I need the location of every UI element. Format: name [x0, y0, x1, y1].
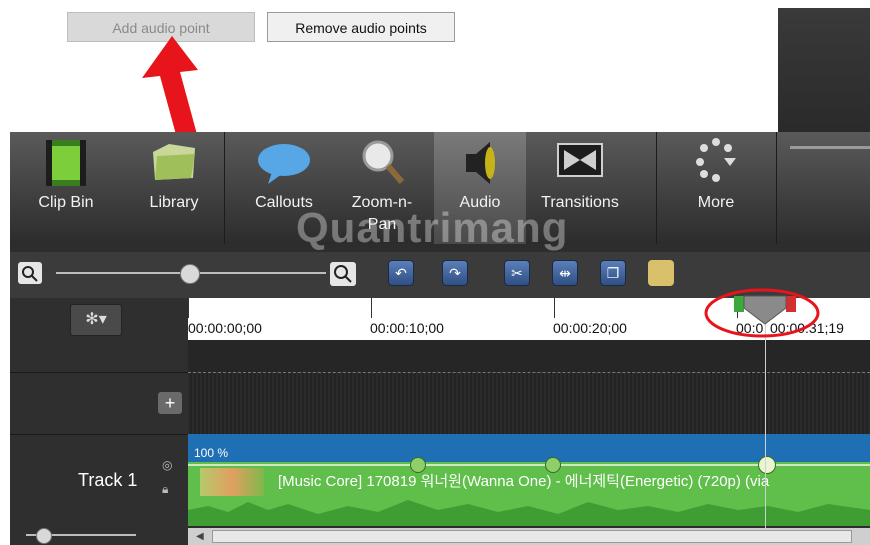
- toolbar-divider: [224, 132, 225, 244]
- clip-thumbnail: [200, 468, 264, 496]
- audio-point[interactable]: [545, 457, 561, 473]
- audio-point[interactable]: [758, 456, 776, 474]
- track-divider: [10, 434, 188, 435]
- copy-icon[interactable]: ❐: [600, 260, 626, 286]
- audio-waveform: [188, 500, 870, 526]
- undo-icon[interactable]: ↶: [388, 260, 414, 286]
- empty-lane: [188, 340, 870, 372]
- audio-point[interactable]: [410, 457, 426, 473]
- timeline-settings-button[interactable]: ✻▾: [70, 304, 122, 336]
- gear-icon: ✻▾: [85, 311, 107, 328]
- redo-icon[interactable]: ↷: [442, 260, 468, 286]
- track-height-thumb[interactable]: [36, 528, 52, 544]
- speaker-icon: [466, 142, 495, 184]
- paste-icon[interactable]: [648, 260, 674, 286]
- timeline-scrollbar[interactable]: ◀: [188, 528, 870, 545]
- more-dots-icon: [696, 138, 736, 182]
- audio-options-panel: Add audio point Remove audio points: [10, 8, 778, 132]
- watermark: Quantrimang: [296, 204, 569, 251]
- transitions-icon: [557, 143, 603, 177]
- cut-icon[interactable]: ✂: [504, 260, 530, 286]
- split-icon[interactable]: ⇹: [552, 260, 578, 286]
- magnifier-icon: [362, 140, 405, 184]
- film-strip-icon: [46, 140, 86, 186]
- panel-grip: [790, 146, 870, 149]
- toolbar-divider: [776, 132, 777, 244]
- annotation-circle: [704, 288, 820, 338]
- preview-panel-edge: [778, 8, 870, 132]
- scroll-thumb[interactable]: [212, 530, 852, 543]
- tool-library[interactable]: Library: [122, 132, 226, 244]
- clip-volume-label: 100 %: [194, 446, 229, 460]
- scroll-left-icon[interactable]: ◀: [196, 531, 204, 542]
- clip-title: [Music Core] 170819 워너원(Wanna One) - 에너제…: [278, 473, 770, 490]
- tool-label: More: [697, 194, 735, 211]
- empty-lane: [188, 372, 870, 434]
- lock-icon[interactable]: 🔒︎: [162, 482, 168, 497]
- speech-bubble-icon: [258, 144, 310, 184]
- toolbar-divider: [656, 132, 657, 244]
- tool-clip-bin[interactable]: Clip Bin: [10, 132, 122, 244]
- zoom-in-icon[interactable]: [330, 262, 356, 286]
- track-label: Track 1: [78, 470, 138, 490]
- lane-divider: [188, 372, 870, 373]
- timecode-label: 00:00:10;00: [370, 320, 444, 336]
- zoom-out-icon[interactable]: [18, 262, 42, 284]
- timecode-label: 00:00:00;00: [188, 320, 262, 336]
- zoom-slider-thumb[interactable]: [180, 264, 200, 284]
- add-track-icon[interactable]: +: [158, 392, 182, 414]
- tool-more[interactable]: More: [670, 132, 762, 244]
- timecode-label: 00:00:20;00: [553, 320, 627, 336]
- visibility-icon[interactable]: ◎: [162, 458, 172, 472]
- playhead-line: [765, 318, 766, 528]
- track-divider: [10, 372, 188, 373]
- tool-label: Clip Bin: [38, 194, 94, 211]
- library-folder-icon: [153, 144, 195, 180]
- tool-label: Library: [149, 194, 199, 211]
- remove-audio-points-button[interactable]: Remove audio points: [267, 12, 455, 42]
